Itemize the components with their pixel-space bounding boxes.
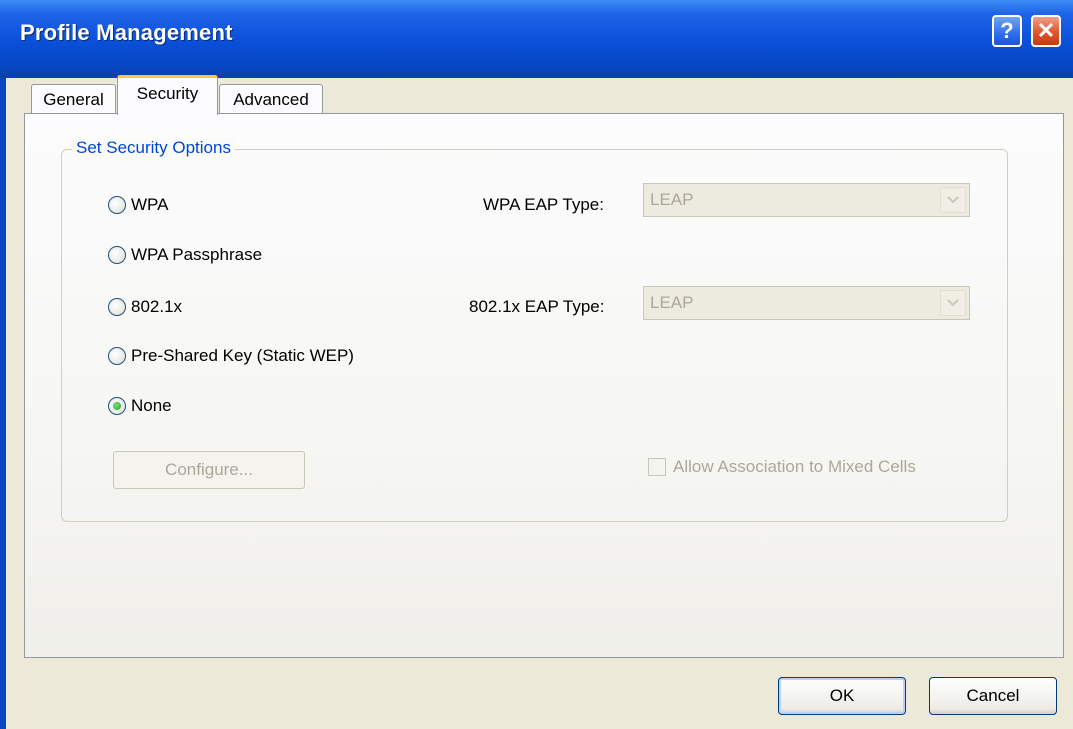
wpa-eap-type-select[interactable]: LEAP [643,183,970,217]
checkbox-icon [648,458,666,476]
radio-label: WPA Passphrase [131,245,263,264]
close-icon: ✕ [1036,18,1056,43]
close-button[interactable]: ✕ [1031,15,1061,47]
radio-circle-icon [108,246,126,264]
ok-button[interactable]: OK [778,677,906,715]
tab-advanced[interactable]: Advanced [219,84,323,114]
radio-wpa[interactable]: WPA [108,193,168,217]
8021x-eap-type-label: 802.1x EAP Type: [469,297,605,316]
radio-circle-icon [108,298,126,316]
chevron-down-icon [940,290,966,316]
title-bar[interactable]: Profile Management ? ✕ [0,0,1073,78]
mixed-cells-checkbox[interactable]: Allow Association to Mixed Cells [648,457,916,477]
help-button[interactable]: ? [992,15,1022,47]
tab-security[interactable]: Security [117,75,218,115]
radio-label: None [131,396,172,415]
window-title: Profile Management [20,20,233,45]
configure-button[interactable]: Configure... [113,451,305,489]
radio-circle-icon [108,347,126,365]
radio-circle-checked-icon [108,397,126,415]
help-icon: ? [1000,18,1014,43]
group-title: Set Security Options [72,138,235,158]
radio-wpa-passphrase[interactable]: WPA Passphrase [108,243,262,267]
chevron-down-icon [940,187,966,213]
select-value: LEAP [650,190,694,209]
radio-none[interactable]: None [108,394,172,418]
profile-management-dialog: Profile Management ? ✕ General Advanced … [0,0,1073,729]
radio-label: WPA [131,195,169,214]
8021x-eap-type-select[interactable]: LEAP [643,286,970,320]
radio-pre-shared-key[interactable]: Pre-Shared Key (Static WEP) [108,344,354,368]
window-border [0,78,6,729]
wpa-eap-type-label: WPA EAP Type: [483,195,604,214]
radio-8021x[interactable]: 802.1x [108,295,182,319]
select-value: LEAP [650,293,694,312]
tab-general[interactable]: General [31,84,116,114]
radio-label: Pre-Shared Key (Static WEP) [131,346,354,365]
radio-circle-icon [108,196,126,214]
radio-label: 802.1x [131,297,183,316]
checkbox-label: Allow Association to Mixed Cells [673,457,916,476]
cancel-button[interactable]: Cancel [929,677,1057,715]
